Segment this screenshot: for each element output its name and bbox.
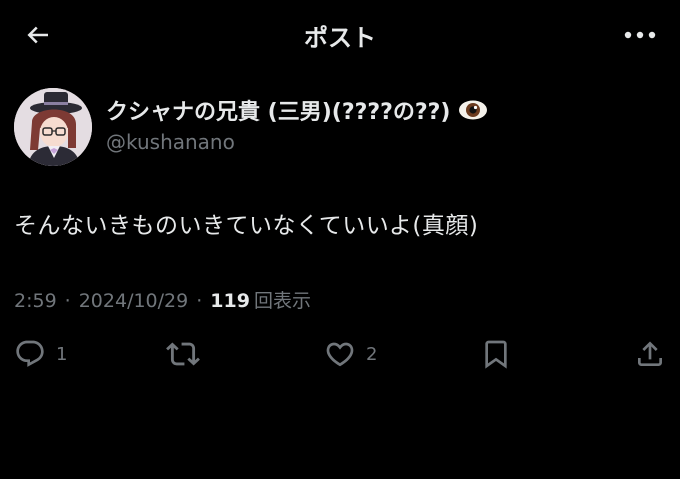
display-name-text: クシャナの兄貴 (三男)(????の??)	[106, 100, 451, 125]
share-icon	[638, 341, 662, 366]
avatar[interactable]	[14, 88, 92, 166]
reply-count: 1	[56, 343, 68, 365]
display-name[interactable]: クシャナの兄貴 (三男)(????の??)	[106, 94, 488, 126]
like-button[interactable]: 2	[324, 336, 377, 372]
post-time[interactable]: 2:59	[14, 290, 57, 312]
action-bar: 1 2	[0, 336, 680, 372]
user-handle[interactable]: @kushanano	[106, 130, 235, 154]
page-title: ポスト	[304, 24, 376, 52]
heart-icon	[326, 342, 354, 367]
reply-button[interactable]: 1	[14, 336, 67, 372]
reply-icon	[16, 340, 44, 367]
repost-button[interactable]	[166, 336, 200, 372]
back-button[interactable]	[20, 17, 56, 53]
more-horizontal-icon	[624, 31, 656, 39]
views-count[interactable]: 119	[210, 290, 250, 312]
arrow-left-icon	[27, 26, 48, 44]
bookmark-button[interactable]	[480, 336, 512, 372]
eye-icon	[459, 100, 488, 120]
more-button[interactable]	[620, 17, 660, 53]
post-text: そんないきものいきていなくていいよ(真顔)	[14, 213, 479, 239]
views-label: 回表示	[253, 290, 311, 312]
post-meta: 2:59 · 2024/10/29 · 119 回表示	[14, 286, 311, 313]
avatar-image	[14, 88, 92, 166]
like-count: 2	[366, 343, 378, 365]
share-button[interactable]	[634, 336, 666, 372]
meta-separator: ·	[64, 290, 71, 312]
meta-separator: ·	[196, 290, 203, 312]
top-bar: ポスト	[0, 0, 680, 68]
bookmark-icon	[485, 340, 507, 369]
post-date[interactable]: 2024/10/29	[79, 290, 189, 312]
repost-icon	[166, 342, 200, 366]
author-block: クシャナの兄貴 (三男)(????の??) @kushanano	[14, 88, 664, 168]
